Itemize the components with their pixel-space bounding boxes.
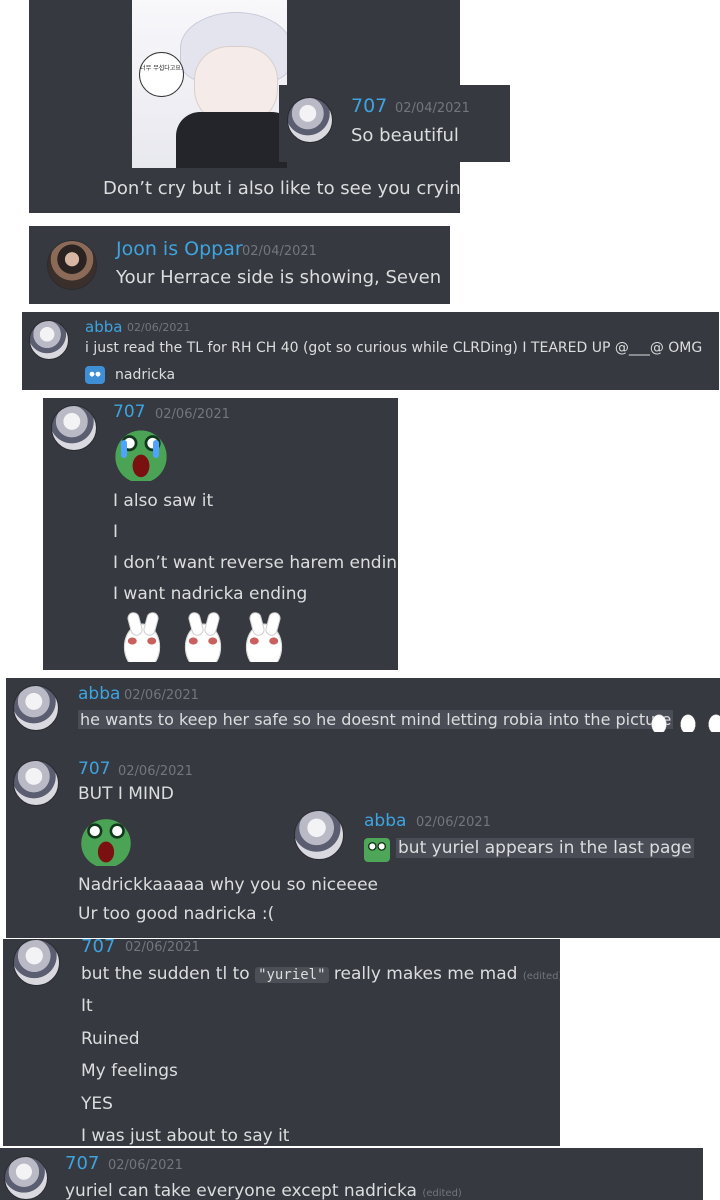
- message-text-707-c3: Ur too good nadricka :(: [78, 904, 275, 924]
- message-line-2: I: [113, 522, 119, 542]
- avatar-abba[interactable]: [29, 320, 69, 360]
- timestamp-707-c: 02/06/2021: [118, 764, 193, 779]
- message-text-707-a: So beautiful: [351, 125, 459, 146]
- message-text-abba-a: i just read the TL for RH CH 40 (got so …: [85, 340, 703, 356]
- timestamp-abba-b: 02/06/2021: [124, 688, 199, 703]
- message-text-707-e: yuriel can take everyone except nadricka…: [65, 1181, 462, 1200]
- message-line-707-d1-part2: really makes me mad: [328, 964, 518, 984]
- caption-text: Don’t cry but i also like to see you cry…: [103, 178, 460, 199]
- message-line-707-d5: YES: [81, 1094, 113, 1114]
- message-line-707-d2: It: [81, 996, 93, 1016]
- timestamp-707-d: 02/06/2021: [125, 940, 200, 955]
- username-abba-b[interactable]: abba: [78, 684, 120, 704]
- bunny-icon-c: [705, 710, 720, 732]
- message-line-707-d3: Ruined: [81, 1029, 140, 1049]
- avatar-joon[interactable]: [47, 240, 97, 290]
- message-panel-joon: Joon is Oppar 02/04/2021 Your Herrace si…: [29, 226, 450, 304]
- message-panel-707-a: 707 02/04/2021 So beautiful: [279, 85, 510, 162]
- timestamp-707-a: 02/04/2021: [395, 101, 470, 116]
- message-text-707-c2: Nadrickkaaaaa why you so niceeee: [78, 875, 378, 895]
- avatar-707[interactable]: [287, 97, 333, 143]
- username-707-e[interactable]: 707: [65, 1153, 99, 1174]
- message-line-707-d4: My feelings: [81, 1061, 178, 1081]
- avatar-abba-b[interactable]: [13, 685, 59, 731]
- message-line-3: I don’t want reverse harem ending: [113, 553, 398, 573]
- message-text-707-e-main: yuriel can take everyone except nadricka: [65, 1181, 417, 1200]
- frog-icon-small: [364, 838, 390, 862]
- blue-emoji-icon: [85, 366, 105, 384]
- timestamp-707-e: 02/06/2021: [108, 1158, 183, 1173]
- message-text-abba-b: he wants to keep her safe so he doesnt m…: [78, 710, 674, 729]
- message-line-4: I want nadricka ending: [113, 584, 308, 604]
- avatar-707-b[interactable]: [51, 405, 97, 451]
- message-panel-abba-a: abba 02/06/2021 i just read the TL for R…: [22, 312, 719, 390]
- avatar-707-c[interactable]: [13, 760, 59, 806]
- username-abba-c[interactable]: abba: [364, 811, 406, 831]
- tear-right-icon: [153, 440, 159, 458]
- timestamp-joon: 02/04/2021: [242, 244, 317, 259]
- crying-frog-icon-b: [78, 816, 134, 866]
- avatar-707-d[interactable]: [13, 939, 60, 986]
- manga-image[interactable]: 너무 무섭다고요.: [132, 0, 287, 168]
- username-707-d[interactable]: 707: [81, 939, 115, 957]
- message-line-707-d1-part1: but the sudden tl to: [81, 964, 256, 984]
- bunny-crying-icon-1: [115, 612, 169, 662]
- timestamp-abba-c: 02/06/2021: [416, 815, 491, 830]
- username-707[interactable]: 707: [351, 95, 387, 117]
- message-text-abba-c: but yuriel appears in the last page: [396, 838, 694, 858]
- message-line-707-d1: but the sudden tl to "yuriel" really mak…: [81, 964, 560, 984]
- avatar-707-e[interactable]: [4, 1156, 48, 1200]
- avatar-abba-c[interactable]: [294, 810, 344, 860]
- username-707-c[interactable]: 707: [78, 759, 110, 779]
- message-panel-707-d: 707 02/06/2021 but the sudden tl to "yur…: [3, 939, 560, 1146]
- message-subtext-abba-a: nadricka: [115, 367, 176, 383]
- tear-left-icon: [121, 440, 127, 458]
- edited-label-d1: (edited): [522, 971, 560, 982]
- message-line-1: I also saw it: [113, 491, 214, 511]
- bunny-crying-icon-2: [176, 612, 230, 662]
- edited-label-e: (edited): [422, 1188, 462, 1199]
- bunny-crying-icon-3: [237, 612, 291, 662]
- bunny-icon-b: [677, 710, 699, 732]
- username-abba[interactable]: abba: [85, 318, 122, 336]
- timestamp-707-b: 02/06/2021: [155, 407, 230, 422]
- message-text-707-c1: BUT I MIND: [78, 784, 174, 804]
- username-joon[interactable]: Joon is Oppar: [116, 238, 243, 260]
- inline-code-yuriel: "yuriel": [255, 967, 329, 983]
- message-line-707-d6: I was just about to say it: [81, 1126, 290, 1146]
- speech-bubble: 너무 무섭다고요.: [139, 52, 184, 97]
- manga-body-shape: [176, 112, 287, 168]
- message-text-joon: Your Herrace side is showing, Seven: [116, 267, 442, 288]
- message-panel-large: abba 02/06/2021 he wants to keep her saf…: [6, 678, 720, 938]
- username-707-b[interactable]: 707: [113, 402, 145, 422]
- message-panel-707-b: 707 02/06/2021 I also saw it I I don’t w…: [43, 398, 398, 670]
- timestamp-abba-a: 02/06/2021: [127, 321, 191, 334]
- bunny-icon-a: [648, 710, 670, 732]
- message-panel-707-e: 707 02/06/2021 yuriel can take everyone …: [0, 1148, 703, 1200]
